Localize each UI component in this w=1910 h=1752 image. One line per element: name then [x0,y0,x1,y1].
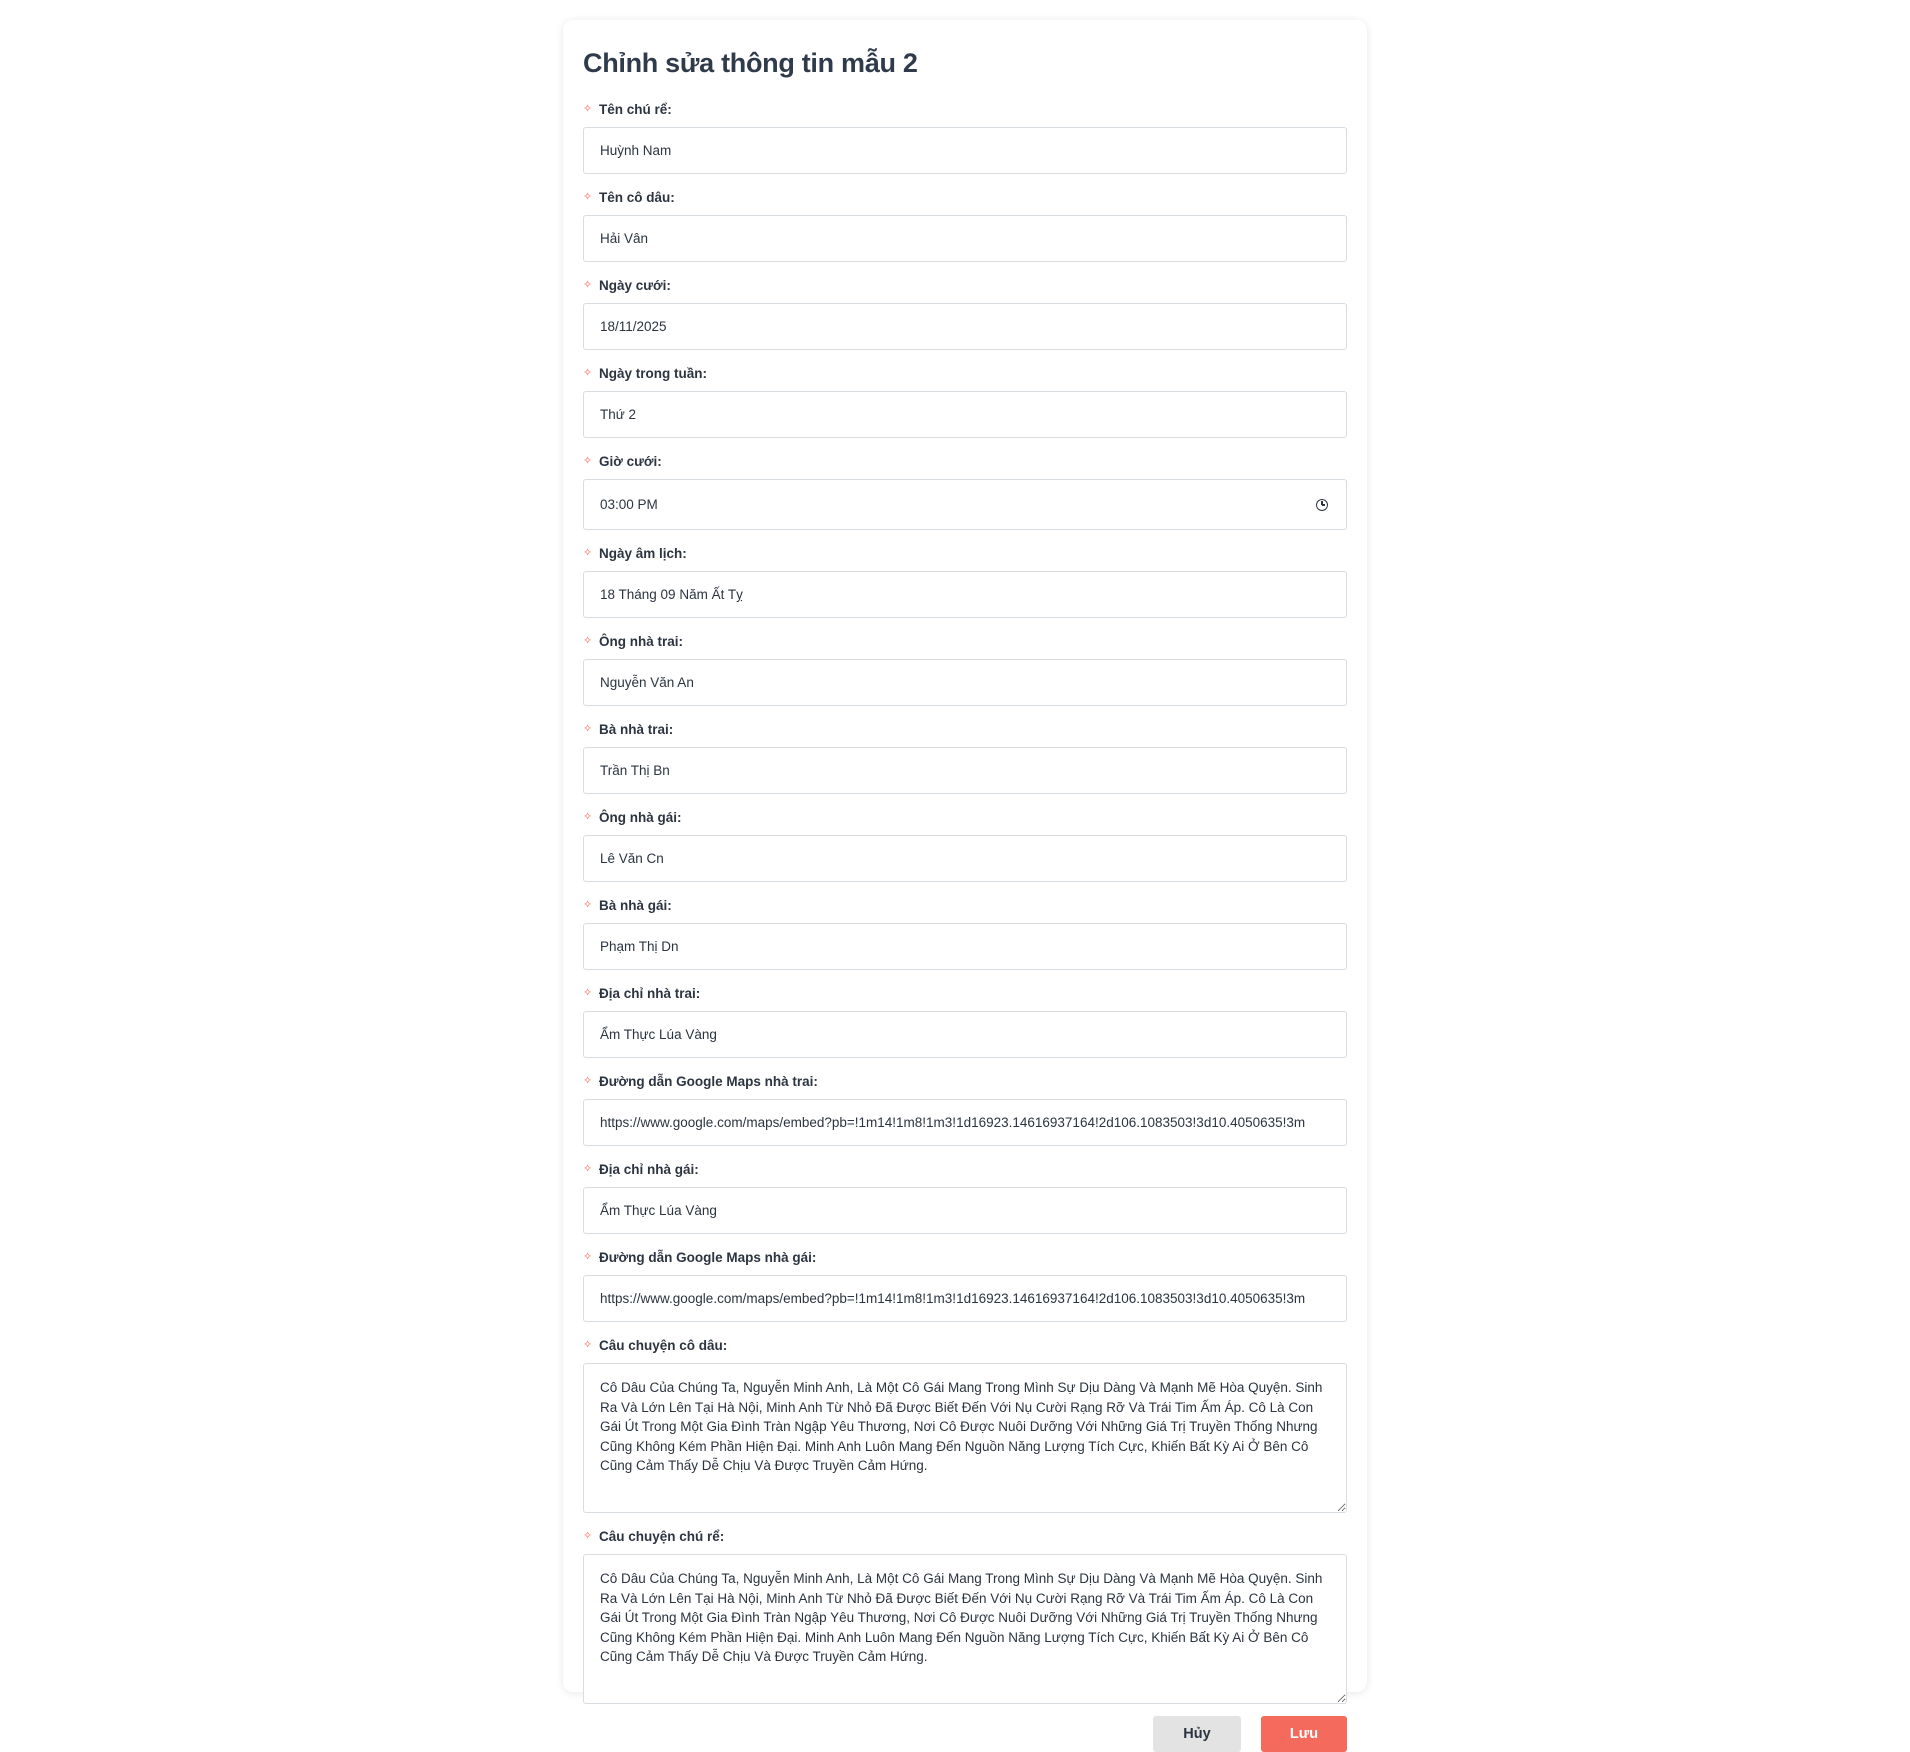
bride-father-input[interactable]: Lê Văn Cn [583,835,1347,882]
field-label: Bà nhà gái: [599,897,672,913]
field-groom-name: ✧ Tên chú rể: Huỳnh Nam [583,99,1347,174]
wedding-time-value: 03:00 PM [600,497,658,512]
field-label: Ông nhà gái: [599,809,682,825]
lunar-date-input[interactable]: 18 Tháng 09 Năm Ất Tỵ [583,571,1347,618]
required-sparkle-icon: ✧ [583,723,593,735]
page-title: Chỉnh sửa thông tin mẫu 2 [583,48,918,78]
field-label: Tên chú rể: [599,101,672,117]
weekday-input[interactable]: Thứ 2 [583,391,1347,438]
field-groom-maps-link: ✧ Đường dẫn Google Maps nhà trai: https:… [583,1071,1347,1146]
groom-story-textarea[interactable]: Cô Dâu Của Chúng Ta, Nguyễn Minh Anh, Là… [583,1554,1347,1704]
clock-icon[interactable] [1316,498,1328,511]
bride-maps-link-input[interactable]: https://www.google.com/maps/embed?pb=!1m… [583,1275,1347,1322]
bride-story-textarea[interactable]: Cô Dâu Của Chúng Ta, Nguyễn Minh Anh, Là… [583,1363,1347,1513]
required-sparkle-icon: ✧ [583,635,593,647]
field-label: Ngày âm lịch: [599,545,687,561]
form-actions: Hủy Lưu [583,1716,1347,1752]
field-label: Tên cô dâu: [599,189,675,205]
field-label: Bà nhà trai: [599,721,674,737]
bride-mother-input[interactable]: Phạm Thị Dn [583,923,1347,970]
field-label: Địa chỉ nhà trai: [599,985,701,1001]
edit-form-card: Chỉnh sửa thông tin mẫu 2 ✧ Tên chú rể: … [563,20,1367,1752]
field-label: Đường dẫn Google Maps nhà gái: [599,1249,817,1265]
bride-name-input[interactable]: Hải Vân [583,215,1347,262]
required-sparkle-icon: ✧ [583,1530,593,1542]
bride-address-input[interactable]: Ẩm Thực Lúa Vàng [583,1187,1347,1234]
required-sparkle-icon: ✧ [583,279,593,291]
groom-address-input[interactable]: Ẩm Thực Lúa Vàng [583,1011,1347,1058]
field-label: Ông nhà trai: [599,633,683,649]
field-label: Câu chuyện cô dâu: [599,1337,728,1353]
field-wedding-date: ✧ Ngày cưới: 18/11/2025 [583,275,1347,350]
save-button[interactable]: Lưu [1261,1716,1347,1752]
groom-father-input[interactable]: Nguyễn Văn An [583,659,1347,706]
required-sparkle-icon: ✧ [583,1075,593,1087]
field-lunar-date: ✧ Ngày âm lịch: 18 Tháng 09 Năm Ất Tỵ [583,543,1347,618]
required-sparkle-icon: ✧ [583,899,593,911]
field-bride-mother: ✧ Bà nhà gái: Phạm Thị Dn [583,895,1347,970]
field-bride-story: ✧ Câu chuyện cô dâu: Cô Dâu Của Chúng Ta… [583,1335,1347,1513]
required-sparkle-icon: ✧ [583,367,593,379]
required-sparkle-icon: ✧ [583,1251,593,1263]
field-groom-address: ✧ Địa chỉ nhà trai: Ẩm Thực Lúa Vàng [583,983,1347,1058]
required-sparkle-icon: ✧ [583,191,593,203]
field-label: Giờ cưới: [599,453,662,469]
field-weekday: ✧ Ngày trong tuần: Thứ 2 [583,363,1347,438]
required-sparkle-icon: ✧ [583,103,593,115]
required-sparkle-icon: ✧ [583,811,593,823]
wedding-time-input[interactable]: 03:00 PM [583,479,1347,530]
field-groom-father: ✧ Ông nhà trai: Nguyễn Văn An [583,631,1347,706]
field-bride-maps-link: ✧ Đường dẫn Google Maps nhà gái: https:/… [583,1247,1347,1322]
required-sparkle-icon: ✧ [583,455,593,467]
groom-maps-link-input[interactable]: https://www.google.com/maps/embed?pb=!1m… [583,1099,1347,1146]
field-label: Ngày trong tuần: [599,365,707,381]
required-sparkle-icon: ✧ [583,1163,593,1175]
wedding-date-input[interactable]: 18/11/2025 [583,303,1347,350]
required-sparkle-icon: ✧ [583,547,593,559]
field-bride-name: ✧ Tên cô dâu: Hải Vân [583,187,1347,262]
field-groom-story: ✧ Câu chuyện chú rể: Cô Dâu Của Chúng Ta… [583,1526,1347,1704]
required-sparkle-icon: ✧ [583,987,593,999]
field-label: Địa chỉ nhà gái: [599,1161,699,1177]
groom-mother-input[interactable]: Trần Thị Bn [583,747,1347,794]
field-label: Câu chuyện chú rể: [599,1528,725,1544]
field-label: Ngày cưới: [599,277,671,293]
groom-name-input[interactable]: Huỳnh Nam [583,127,1347,174]
field-groom-mother: ✧ Bà nhà trai: Trần Thị Bn [583,719,1347,794]
field-bride-father: ✧ Ông nhà gái: Lê Văn Cn [583,807,1347,882]
required-sparkle-icon: ✧ [583,1339,593,1351]
field-bride-address: ✧ Địa chỉ nhà gái: Ẩm Thực Lúa Vàng [583,1159,1347,1234]
field-label: Đường dẫn Google Maps nhà trai: [599,1073,818,1089]
field-wedding-time: ✧ Giờ cưới: 03:00 PM [583,451,1347,530]
cancel-button[interactable]: Hủy [1153,1716,1241,1752]
